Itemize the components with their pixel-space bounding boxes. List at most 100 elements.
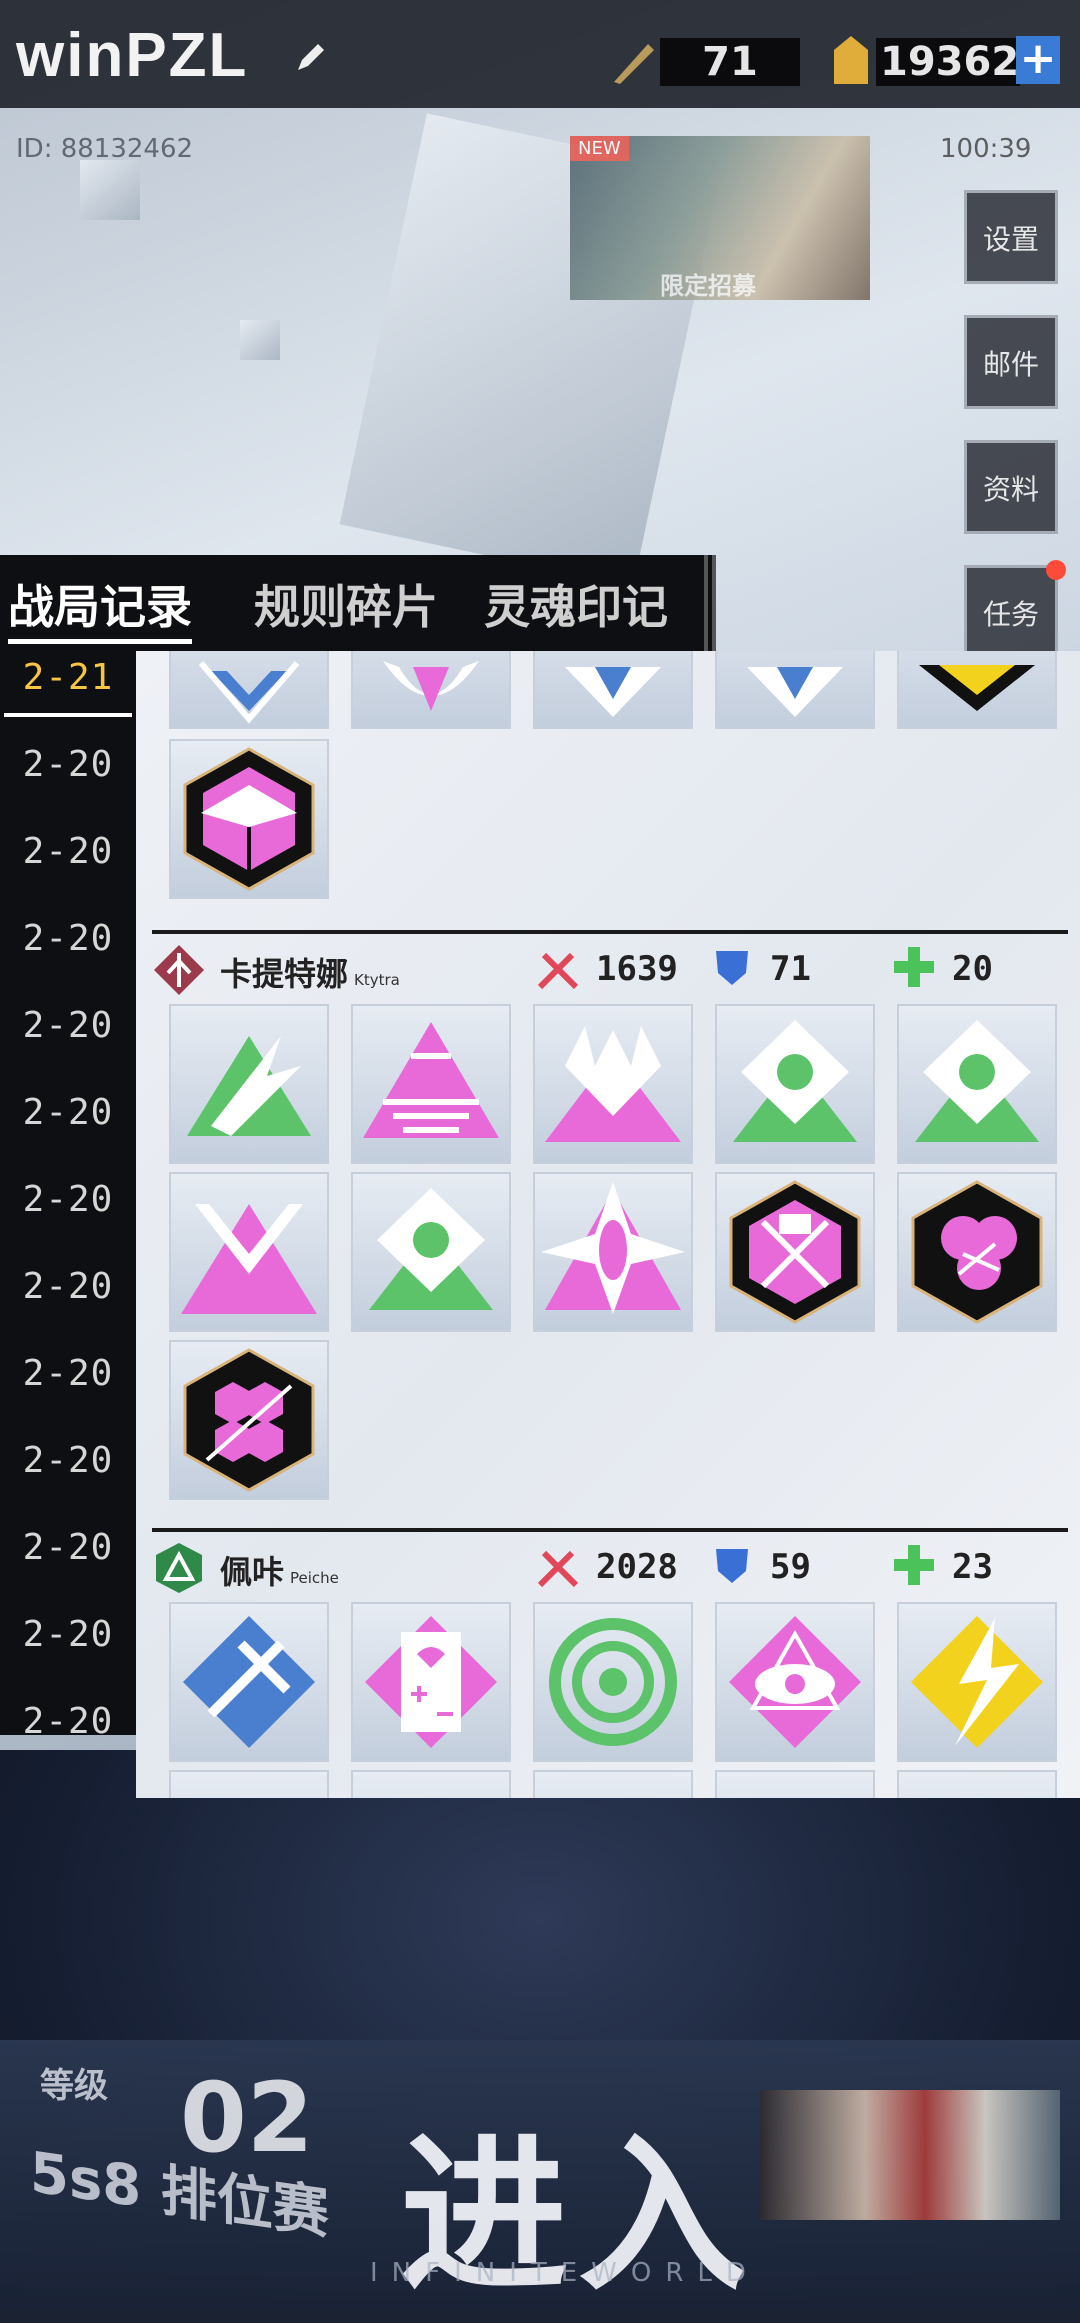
date-item[interactable]: 2-20 <box>0 1527 136 1585</box>
soul-card-tile[interactable] <box>897 1172 1057 1332</box>
pink-hex-arrow-icon <box>183 1348 315 1492</box>
rule-card-tile[interactable] <box>533 1602 693 1762</box>
soul-card-tile[interactable] <box>169 739 329 899</box>
shield-icon <box>716 951 748 985</box>
soul-card-tile[interactable] <box>169 1340 329 1500</box>
soul-card-tile[interactable] <box>715 1172 875 1332</box>
heal-value: 20 <box>952 949 993 989</box>
bg-cube <box>240 320 280 360</box>
shield-icon <box>716 1549 748 1583</box>
heal-cross-icon <box>894 947 934 987</box>
section-divider <box>152 930 1068 934</box>
tasks-button[interactable]: 任务 <box>964 565 1058 659</box>
resource1-value: 71 <box>660 38 800 86</box>
tab-rule-fragments[interactable]: 规则碎片 <box>254 571 438 637</box>
pink-crest-icon <box>383 661 479 711</box>
rule-card-tile[interactable] <box>169 651 329 729</box>
attack-value: 1639 <box>596 949 678 989</box>
rule-card-tile[interactable] <box>715 1602 875 1762</box>
rule-card-tile[interactable] <box>533 1004 693 1164</box>
rule-card-tile[interactable] <box>169 1004 329 1164</box>
date-item[interactable]: 2-20 <box>0 1701 136 1735</box>
mail-button[interactable]: 邮件 <box>964 315 1058 409</box>
blue-arrow-emblem-icon <box>747 667 843 717</box>
rule-card-tile[interactable] <box>897 1004 1057 1164</box>
green-slash-icon <box>187 1036 311 1136</box>
green-brain-icon <box>369 1188 493 1310</box>
level-label: 等级 <box>40 2066 108 2106</box>
profile-button[interactable]: 资料 <box>964 440 1058 534</box>
rule-card-tile[interactable] <box>351 651 511 729</box>
top-bar: winPZL 71 193628 + <box>0 0 1080 108</box>
attack-value: 2028 <box>596 1547 678 1587</box>
edit-icon[interactable] <box>290 36 332 78</box>
character-name: 佩咔 Peiche <box>220 1547 339 1593</box>
sword-icon <box>537 1550 579 1588</box>
rule-card-tile[interactable] <box>169 1172 329 1332</box>
rule-card-tile[interactable] <box>715 651 875 729</box>
enter-subtitle: INFINITEWORLD <box>370 2258 760 2288</box>
defense-value: 71 <box>770 949 811 989</box>
battle-record-panel[interactable]: 卡提特娜 Ktytra 1639 71 20 佩咔 Peiche 2028 59… <box>136 651 1080 1798</box>
section-divider <box>152 1528 1068 1532</box>
date-item[interactable]: 2-20 <box>0 1266 136 1324</box>
tab-battle-record[interactable]: 战局记录 <box>8 571 192 644</box>
date-list: 2-21 2-20 2-20 2-20 2-20 2-20 2-20 2-20 … <box>0 651 136 1735</box>
pink-crown-icon <box>545 1026 681 1142</box>
date-item[interactable]: 2-20 <box>0 918 136 976</box>
rule-card-tile[interactable] <box>897 1602 1057 1762</box>
character-name-en: Ktytra <box>354 971 400 989</box>
settings-button[interactable]: 设置 <box>964 190 1058 284</box>
team-portraits[interactable] <box>760 2090 1060 2220</box>
date-item[interactable]: 2-20 <box>0 744 136 802</box>
banner-text: 限定招募 <box>660 272 756 300</box>
pink-chevron-icon <box>181 1204 317 1314</box>
rule-card-tile[interactable] <box>715 1770 875 1798</box>
rule-card-tile[interactable] <box>533 1172 693 1332</box>
character-name: 卡提特娜 Ktytra <box>220 949 400 995</box>
heal-cross-icon <box>894 1545 934 1585</box>
banner-tag: NEW <box>570 136 629 161</box>
yellow-hex-icon <box>919 665 1035 711</box>
rule-card-tile[interactable] <box>715 1004 875 1164</box>
rule-card-tile[interactable] <box>533 1770 693 1798</box>
character-name-en: Peiche <box>290 1569 339 1587</box>
date-item[interactable]: 2-20 <box>0 1440 136 1498</box>
gold-icon <box>834 36 868 84</box>
rule-card-tile[interactable] <box>169 1770 329 1798</box>
event-banner[interactable]: NEW 限定招募 <box>570 136 870 300</box>
rule-card-tile[interactable] <box>351 1602 511 1762</box>
pink-eye-triangle-icon <box>729 1616 861 1748</box>
add-currency-button[interactable]: + <box>1016 36 1060 84</box>
soul-card-tile[interactable] <box>897 651 1057 729</box>
rule-card-tile[interactable] <box>351 1004 511 1164</box>
green-brain-icon <box>733 1020 857 1142</box>
rule-card-tile[interactable] <box>533 651 693 729</box>
resource2-value: 193628 <box>876 38 1047 86</box>
pink-hex-robot-icon <box>729 1180 861 1324</box>
date-item[interactable]: 2-20 <box>0 1353 136 1411</box>
rule-card-tile[interactable] <box>351 1770 511 1798</box>
notification-dot <box>1046 560 1066 580</box>
sword-icon <box>537 952 579 990</box>
blue-hammer-icon <box>183 1616 315 1748</box>
rule-card-tile[interactable] <box>169 1602 329 1762</box>
date-item[interactable]: 2-21 <box>0 657 136 717</box>
blue-arrow-emblem-icon <box>565 667 661 717</box>
username: winPZL <box>16 21 249 90</box>
rule-card-tile[interactable] <box>897 1770 1057 1798</box>
date-item[interactable]: 2-20 <box>0 1092 136 1150</box>
rule-card-tile[interactable] <box>351 1172 511 1332</box>
pink-hex-shield-icon <box>183 747 315 891</box>
date-item[interactable]: 2-20 <box>0 831 136 889</box>
character-class-icon <box>154 945 204 995</box>
date-item[interactable]: 2-20 <box>0 1005 136 1063</box>
date-item[interactable]: 2-20 <box>0 1614 136 1672</box>
tab-soul-imprint[interactable]: 灵魂印记 <box>484 571 668 637</box>
character-name-cn: 卡提特娜 <box>220 955 349 993</box>
pink-pyramid-icon <box>363 1022 499 1138</box>
tab-bar-edge <box>704 555 716 651</box>
date-item[interactable]: 2-20 <box>0 1179 136 1237</box>
defense-value: 59 <box>770 1547 811 1587</box>
network-status: 100:39 <box>940 134 1032 164</box>
